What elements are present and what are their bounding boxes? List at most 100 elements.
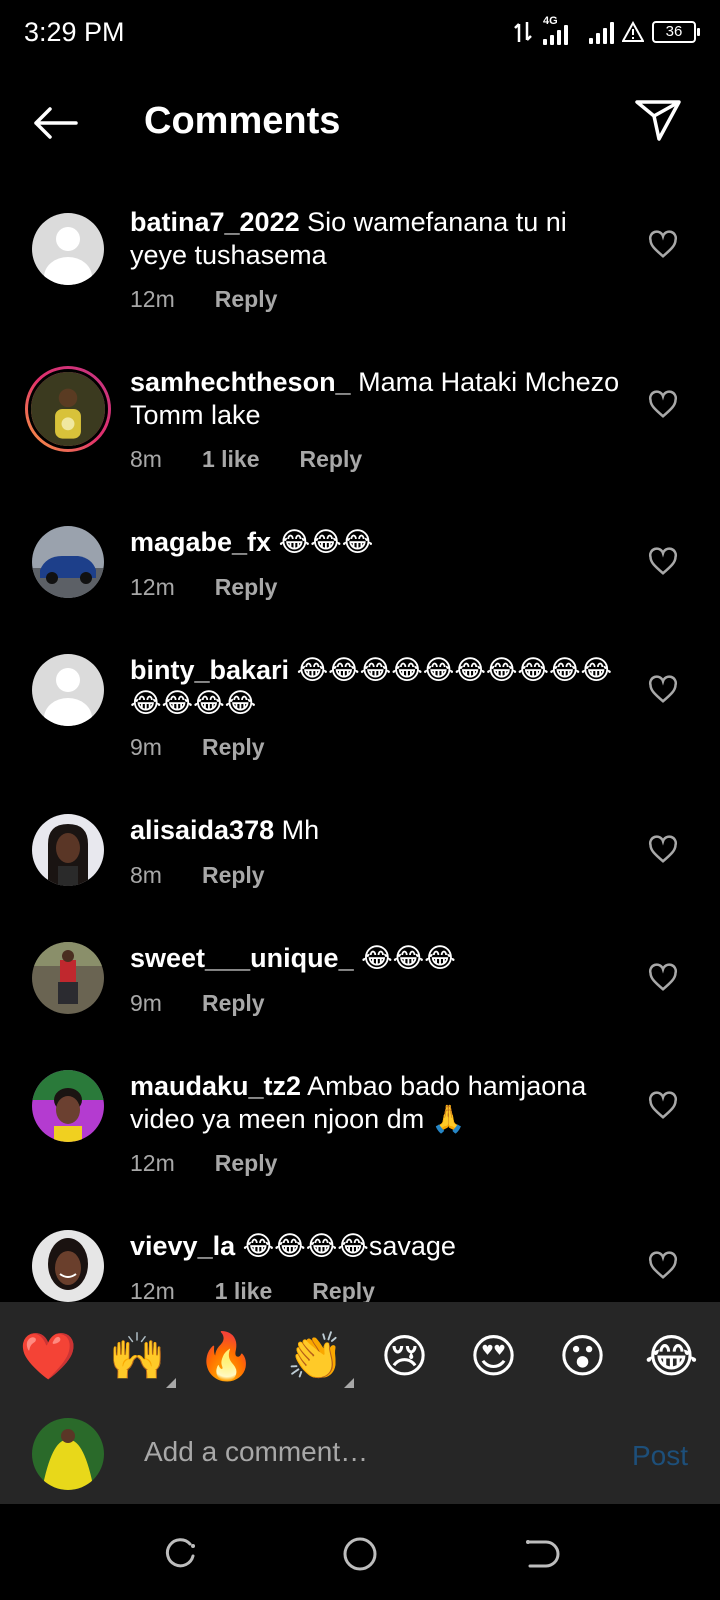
comment-text: 😂😂😂 [361, 943, 456, 973]
comment-likes[interactable]: 1 like [215, 1278, 273, 1302]
system-nav-bar [0, 1504, 720, 1600]
like-heart-icon[interactable] [648, 547, 678, 577]
comment-time: 9m [130, 990, 162, 1016]
share-button[interactable] [632, 94, 684, 146]
emoji-glyph: 👏 [286, 1328, 345, 1383]
comment-username[interactable]: samhechtheson_ [130, 367, 351, 397]
back-button[interactable] [30, 98, 80, 148]
comment-time: 9m [130, 734, 162, 760]
emoji-heart[interactable]: ❤️ [13, 1320, 85, 1392]
status-time: 3:29 PM [24, 17, 125, 47]
home-icon[interactable] [340, 1534, 380, 1574]
like-heart-icon[interactable] [648, 1091, 678, 1121]
comment-meta: 9m Reply [130, 734, 265, 761]
emoji-crying[interactable]: 😢 [369, 1320, 441, 1392]
avatar[interactable] [32, 654, 104, 726]
comment-username[interactable]: vievy_la [130, 1231, 235, 1261]
my-avatar [32, 1418, 104, 1490]
reply-button[interactable]: Reply [215, 574, 278, 601]
back-nav-icon[interactable] [520, 1534, 560, 1574]
paper-plane-icon [635, 100, 681, 141]
comment-username[interactable]: batina7_2022 [130, 207, 300, 237]
comment-username[interactable]: binty_bakari [130, 655, 289, 685]
comment-username[interactable]: magabe_fx [130, 527, 271, 557]
emoji-surprised[interactable]: 😮 [547, 1320, 619, 1392]
emoji-glyph: 🙌 [108, 1328, 167, 1383]
comment-content: maudaku_tz2 Ambao bado hamjaona video ya… [130, 1070, 630, 1136]
avatar-photo [32, 1230, 104, 1302]
reply-button[interactable]: Reply [300, 446, 363, 473]
comment-time: 8m [130, 446, 162, 472]
comment-composer: Post [0, 1410, 720, 1504]
comment-meta: 12m Reply [130, 286, 277, 313]
avatar[interactable] [32, 526, 104, 598]
avatar[interactable] [32, 1230, 104, 1302]
comment-item: vievy_la 😂😂😂😂savage 12m 1 like Reply [0, 1222, 720, 1302]
reply-button[interactable]: Reply [202, 990, 265, 1017]
comment-meta: 8m Reply [130, 862, 265, 889]
comment-item: maudaku_tz2 Ambao bado hamjaona video ya… [0, 1062, 720, 1222]
avatar-photo [32, 526, 104, 598]
avatar-photo [31, 372, 105, 446]
comment-content: vievy_la 😂😂😂😂savage [130, 1230, 630, 1263]
avatar-photo [32, 814, 104, 886]
avatar-photo [32, 1070, 104, 1142]
comment-content: samhechtheson_ Mama Hataki Mchezo Tomm l… [130, 366, 630, 432]
reply-button[interactable]: Reply [202, 862, 265, 889]
like-heart-icon[interactable] [648, 675, 678, 705]
avatar-story-ring[interactable] [25, 366, 111, 452]
reply-button[interactable]: Reply [215, 1150, 278, 1177]
avatar[interactable] [32, 942, 104, 1014]
header: Comments [0, 78, 720, 166]
status-icons: 4G 36 [513, 15, 700, 46]
comment-username[interactable]: alisaida378 [130, 815, 274, 845]
page-title: Comments [144, 100, 341, 142]
emoji-clapping[interactable]: 👏 [280, 1320, 354, 1392]
status-bar: 3:29 PM 4G 36 [0, 0, 720, 64]
arrow-left-icon [34, 107, 78, 139]
comment-likes[interactable]: 1 like [202, 446, 260, 473]
reply-button[interactable]: Reply [215, 286, 278, 313]
comment-content: alisaida378 Mh [130, 814, 630, 847]
comment-content: sweet___unique_ 😂😂😂 [130, 942, 630, 975]
like-heart-icon[interactable] [648, 1251, 678, 1281]
data-transfer-icon [514, 22, 532, 42]
like-heart-icon[interactable] [648, 390, 678, 420]
emoji-laughing[interactable]: 😂 [636, 1320, 708, 1392]
warning-triangle-icon [622, 21, 644, 42]
emoji-raising-hands[interactable]: 🙌 [102, 1320, 176, 1392]
comment-item: alisaida378 Mh 8m Reply [0, 806, 720, 934]
comment-time: 8m [130, 862, 162, 888]
comment-input[interactable] [144, 1432, 584, 1472]
avatar[interactable] [32, 213, 104, 285]
comment-text: 😂😂😂😂savage [242, 1231, 456, 1261]
like-heart-icon[interactable] [648, 230, 678, 260]
comment-content: magabe_fx 😂😂😂 [130, 526, 630, 559]
comment-text: Mh [281, 815, 320, 845]
emoji-heart-eyes[interactable]: 😍 [458, 1320, 530, 1392]
post-button[interactable]: Post [632, 1440, 688, 1472]
avatar[interactable] [32, 814, 104, 886]
like-heart-icon[interactable] [648, 963, 678, 993]
comment-meta: 9m Reply [130, 990, 265, 1017]
reply-button[interactable]: Reply [202, 734, 265, 761]
comment-content: batina7_2022 Sio wamefanana tu ni yeye t… [130, 206, 630, 272]
skin-tone-indicator [165, 1378, 176, 1388]
recent-apps-icon[interactable] [160, 1534, 200, 1574]
avatar-photo [32, 1418, 104, 1490]
reply-button[interactable]: Reply [312, 1278, 375, 1302]
comment-username[interactable]: sweet___unique_ [130, 943, 354, 973]
network-signal-icon: 4G [541, 15, 581, 45]
like-heart-icon[interactable] [648, 835, 678, 865]
comment-item: batina7_2022 Sio wamefanana tu ni yeye t… [0, 198, 720, 358]
comments-list[interactable]: batina7_2022 Sio wamefanana tu ni yeye t… [0, 198, 720, 1302]
emoji-fire[interactable]: 🔥 [191, 1320, 263, 1392]
skin-tone-indicator [343, 1378, 354, 1388]
comment-meta: 12m Reply [130, 574, 277, 601]
comment-time: 12m [130, 1278, 175, 1302]
avatar[interactable] [32, 1070, 104, 1142]
comment-text: 😂😂😂 [278, 527, 374, 557]
comment-time: 12m [130, 574, 175, 600]
comment-username[interactable]: maudaku_tz2 [130, 1071, 301, 1101]
comment-meta: 12m 1 like Reply [130, 1278, 375, 1302]
